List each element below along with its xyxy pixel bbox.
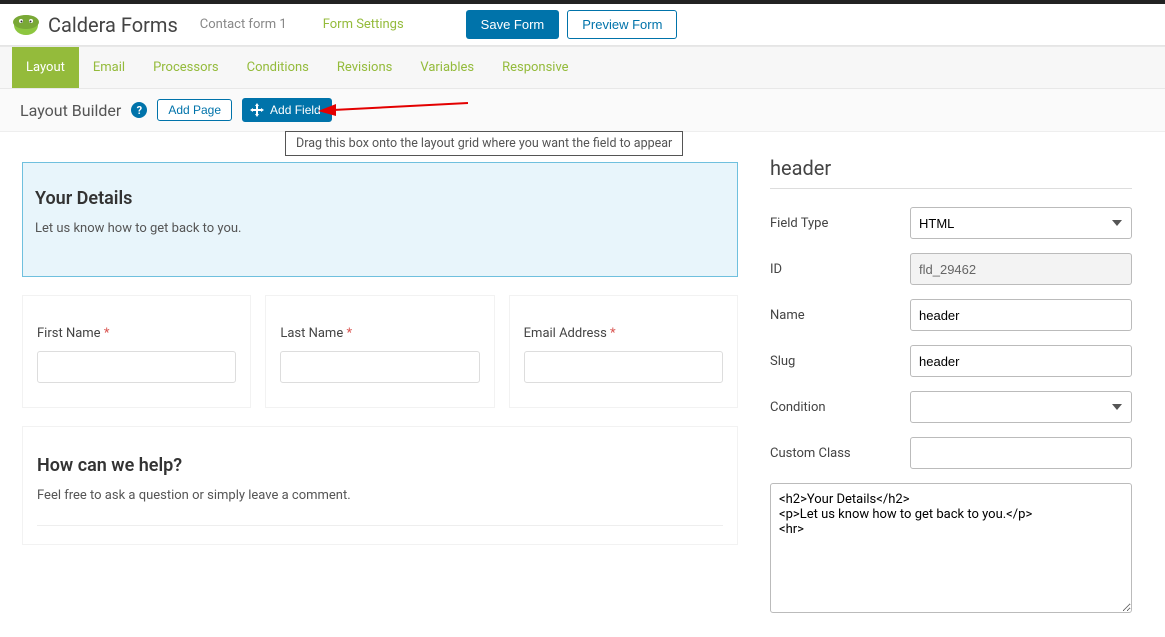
field-block-first-name[interactable]: First Name *: [22, 295, 251, 408]
header-desc: Let us know how to get back to you.: [35, 221, 725, 236]
tab-conditions[interactable]: Conditions: [233, 47, 323, 88]
add-page-button[interactable]: Add Page: [157, 99, 232, 121]
last-name-label: Last Name *: [280, 326, 479, 341]
email-input[interactable]: [524, 351, 723, 383]
label-custom-class: Custom Class: [770, 446, 910, 461]
slug-input[interactable]: [910, 345, 1132, 377]
settings-tab[interactable]: Form Settings: [309, 11, 418, 38]
section2-desc: Feel free to ask a question or simply le…: [37, 488, 723, 503]
annotation-arrow-icon: [318, 100, 468, 118]
last-name-input[interactable]: [280, 351, 479, 383]
add-field-tooltip: Drag this box onto the layout grid where…: [285, 131, 683, 156]
field-block-section2[interactable]: How can we help? Feel free to ask a ques…: [22, 426, 738, 545]
section2-title: How can we help?: [37, 455, 723, 476]
save-form-button[interactable]: Save Form: [466, 10, 560, 39]
row-name: Name: [770, 299, 1132, 331]
label-condition: Condition: [770, 400, 910, 415]
panel-title: header: [770, 156, 1132, 189]
field-type-select[interactable]: HTML: [910, 207, 1132, 239]
content-textarea[interactable]: [770, 483, 1132, 613]
field-settings-panel: header Field Type HTML ID Name Slug Cond…: [760, 132, 1160, 637]
add-field-label: Add Field: [270, 103, 321, 117]
label-id: ID: [770, 262, 910, 277]
tab-processors[interactable]: Processors: [139, 47, 233, 88]
brand-name: Caldera Forms: [48, 13, 178, 37]
first-name-input[interactable]: [37, 351, 236, 383]
tab-email[interactable]: Email: [79, 47, 139, 88]
move-icon: [249, 102, 265, 118]
row-field-type: Field Type HTML: [770, 207, 1132, 239]
row-slug: Slug: [770, 345, 1132, 377]
add-field-button[interactable]: Add Field: [242, 98, 332, 122]
logo-icon: [12, 11, 40, 39]
label-field-type: Field Type: [770, 216, 910, 231]
divider: [37, 525, 723, 526]
field-block-email[interactable]: Email Address *: [509, 295, 738, 408]
preview-form-button[interactable]: Preview Form: [567, 10, 677, 39]
row-id: ID: [770, 253, 1132, 285]
editor-tabs: Layout Email Processors Conditions Revis…: [0, 46, 1165, 89]
custom-class-input[interactable]: [910, 437, 1132, 469]
header-title: Your Details: [35, 188, 725, 209]
field-block-header[interactable]: Your Details Let us know how to get back…: [22, 162, 738, 277]
form-tab[interactable]: Contact form 1: [186, 11, 301, 38]
label-name: Name: [770, 308, 910, 323]
help-icon[interactable]: ?: [131, 102, 147, 118]
builder-title: Layout Builder: [20, 101, 121, 120]
tab-layout[interactable]: Layout: [12, 47, 79, 88]
row-condition: Condition: [770, 391, 1132, 423]
field-row: First Name * Last Name * Email Address *: [22, 295, 738, 408]
tab-responsive[interactable]: Responsive: [488, 47, 583, 88]
main-content: Your Details Let us know how to get back…: [0, 132, 1165, 637]
first-name-label: First Name *: [37, 326, 236, 341]
app-header: Caldera Forms Contact form 1 Form Settin…: [0, 4, 1165, 46]
email-label: Email Address *: [524, 326, 723, 341]
name-input[interactable]: [910, 299, 1132, 331]
field-block-last-name[interactable]: Last Name *: [265, 295, 494, 408]
row-custom-class: Custom Class: [770, 437, 1132, 469]
tab-variables[interactable]: Variables: [406, 47, 488, 88]
condition-select[interactable]: [910, 391, 1132, 423]
label-slug: Slug: [770, 354, 910, 369]
builder-toolbar: Layout Builder ? Add Page Add Field: [0, 89, 1165, 132]
tab-revisions[interactable]: Revisions: [323, 47, 406, 88]
id-input: [910, 253, 1132, 285]
layout-canvas: Your Details Let us know how to get back…: [0, 132, 760, 637]
